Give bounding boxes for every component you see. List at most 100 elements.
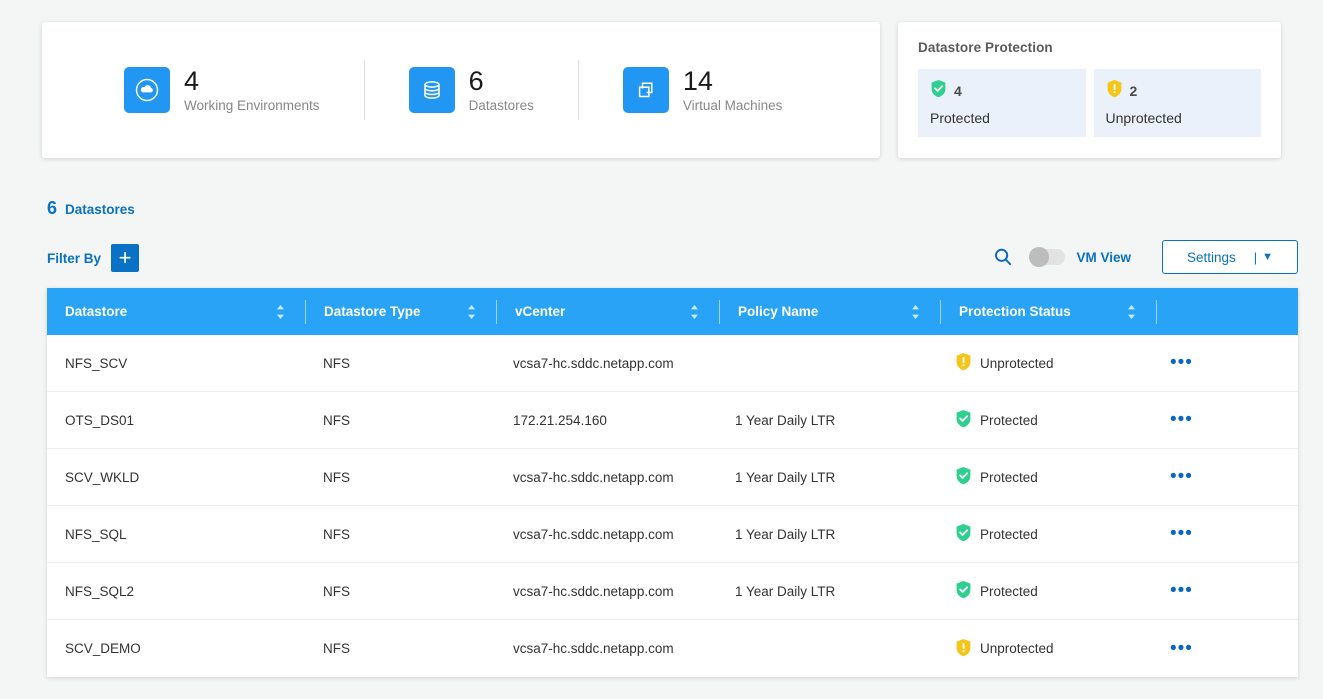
- cell-datastore: SCV_DEMO: [47, 620, 305, 677]
- datastore-count-label: Datastores: [65, 202, 135, 217]
- unprotected-count: 2: [1130, 83, 1138, 99]
- column-header-protection-status[interactable]: Protection Status: [941, 288, 1156, 335]
- vm-view-label: VM View: [1076, 250, 1131, 265]
- cell-protection-status: Unprotected: [937, 335, 1152, 392]
- stat-label: Working Environments: [184, 97, 320, 115]
- column-header-vcenter[interactable]: vCenter: [497, 288, 719, 335]
- cell-datastore-type: NFS: [305, 506, 495, 563]
- settings-button[interactable]: Settings | ▼: [1162, 240, 1298, 274]
- cell-actions: •••: [1152, 506, 1298, 563]
- datastores-page: 4 Working Environments: [0, 0, 1323, 699]
- search-icon[interactable]: [993, 247, 1013, 267]
- plus-icon[interactable]: +: [111, 244, 139, 272]
- cell-vcenter: vcsa7-hc.sddc.netapp.com: [495, 449, 717, 506]
- policy-name: 1 Year Daily LTR: [717, 470, 835, 485]
- protected-count: 4: [954, 83, 962, 99]
- cell-vcenter: 172.21.254.160: [495, 392, 717, 449]
- datastore-name: NFS_SQL2: [47, 584, 134, 599]
- unprotected-box[interactable]: 2 Unprotected: [1094, 69, 1262, 137]
- vcenter-name: vcsa7-hc.sddc.netapp.com: [495, 356, 674, 371]
- table-header-row: Datastore Datastore Type vCenter: [47, 288, 1298, 335]
- shield-check-icon: [955, 409, 972, 431]
- status-badge: Protected: [937, 523, 1038, 545]
- table-row[interactable]: OTS_DS01 NFS172.21.254.160 1 Year Daily LT…: [47, 392, 1298, 449]
- table-row[interactable]: SCV_WKLDNFS vcsa7-hc.sddc.netapp.com 1 Yea…: [47, 449, 1298, 506]
- kebab-icon[interactable]: •••: [1152, 644, 1193, 654]
- status-badge: Protected: [937, 409, 1038, 431]
- column-header-datastore[interactable]: Datastore: [47, 288, 305, 335]
- stat-value: 6: [469, 66, 534, 96]
- stat-text: 6 Datastores: [469, 66, 534, 115]
- cell-actions: •••: [1152, 335, 1298, 392]
- datastore-type: NFS: [305, 527, 350, 542]
- stat-divider: [364, 60, 365, 120]
- table-row[interactable]: NFS_SQLNFS vcsa7-hc.sddc.netapp.com1 Year…: [47, 506, 1298, 563]
- summary-row: 4 Working Environments: [42, 22, 1281, 158]
- status-badge: Unprotected: [937, 352, 1054, 374]
- sort-icon[interactable]: [467, 305, 476, 319]
- cell-protection-status: Protected: [937, 506, 1152, 563]
- cell-datastore: NFS_SQL2: [47, 563, 305, 620]
- kebab-icon[interactable]: •••: [1152, 415, 1193, 425]
- cell-policy-name: 1 Year Daily LTR: [717, 392, 937, 449]
- cell-datastore: OTS_DS01: [47, 392, 305, 449]
- datastore-name: OTS_DS01: [47, 413, 134, 428]
- table-row[interactable]: NFS_SQL2NFSvcsa7-hc.sddc.netapp.com1 Yea…: [47, 563, 1298, 620]
- sort-icon[interactable]: [1127, 305, 1136, 319]
- datastore-type: NFS: [305, 356, 350, 371]
- virtual-machine-icon: [623, 67, 669, 113]
- table-row[interactable]: SCV_DEMONFSvcsa7-hc.sddc.netapp.comUnpro…: [47, 620, 1298, 677]
- vcenter-name: vcsa7-hc.sddc.netapp.com: [495, 584, 674, 599]
- kebab-icon[interactable]: •••: [1152, 472, 1193, 482]
- kebab-icon[interactable]: •••: [1152, 529, 1193, 539]
- vcenter-name: 172.21.254.160: [495, 413, 607, 428]
- cell-protection-status: Protected: [937, 449, 1152, 506]
- sort-icon[interactable]: [276, 305, 285, 319]
- datastore-count: 6: [47, 198, 57, 219]
- status-label: Unprotected: [980, 641, 1054, 656]
- datastore-type: NFS: [305, 470, 350, 485]
- cell-protection-status: Unprotected: [937, 620, 1152, 677]
- stat-label: Virtual Machines: [683, 97, 783, 115]
- datastore-protection-title: Datastore Protection: [918, 40, 1261, 55]
- cell-actions: •••: [1152, 392, 1298, 449]
- datastore-protection-card: Datastore Protection 4 Protected: [898, 22, 1281, 158]
- cell-actions: •••: [1152, 563, 1298, 620]
- column-label: Datastore Type: [306, 304, 421, 319]
- vcenter-name: vcsa7-hc.sddc.netapp.com: [495, 470, 674, 485]
- protected-box[interactable]: 4 Protected: [918, 69, 1086, 137]
- protected-label: Protected: [930, 110, 1074, 126]
- chevron-down-icon[interactable]: ▼: [1262, 251, 1273, 263]
- cell-vcenter: vcsa7-hc.sddc.netapp.com: [495, 506, 717, 563]
- datastore-name: SCV_DEMO: [47, 641, 141, 656]
- status-badge: Unprotected: [937, 638, 1054, 660]
- cell-datastore-type: NFS: [305, 335, 495, 392]
- cell-policy-name: 1 Year Daily LTR: [717, 506, 937, 563]
- status-badge: Protected: [937, 466, 1038, 488]
- page-title: 6 Datastores: [47, 198, 135, 219]
- table-row[interactable]: NFS_SCVNFSvcsa7-hc.sddc.netapp.comUnprot…: [47, 335, 1298, 392]
- column-header-policy-name[interactable]: Policy Name: [720, 288, 940, 335]
- cell-datastore-type: NFS: [305, 392, 495, 449]
- cell-datastore: NFS_SQL: [47, 506, 305, 563]
- column-label: vCenter: [497, 304, 565, 319]
- status-label: Protected: [980, 470, 1038, 485]
- shield-warning-icon: [955, 638, 972, 660]
- vcenter-name: vcsa7-hc.sddc.netapp.com: [495, 641, 674, 656]
- cell-vcenter: vcsa7-hc.sddc.netapp.com: [495, 335, 717, 392]
- stat-text: 4 Working Environments: [184, 66, 320, 115]
- stat-label: Datastores: [469, 97, 534, 115]
- settings-button-label: Settings: [1187, 250, 1254, 265]
- cell-policy-name: 1 Year Daily LTR: [717, 449, 937, 506]
- protection-boxes: 4 Protected 2: [918, 69, 1261, 137]
- cell-datastore: SCV_WKLD: [47, 449, 305, 506]
- vm-view-toggle[interactable]: [1029, 249, 1065, 265]
- cell-protection-status: Protected: [937, 563, 1152, 620]
- database-icon: [409, 67, 455, 113]
- unprotected-box-top: 2: [1106, 79, 1250, 103]
- sort-icon[interactable]: [911, 305, 920, 319]
- kebab-icon[interactable]: •••: [1152, 358, 1193, 368]
- kebab-icon[interactable]: •••: [1152, 586, 1193, 596]
- column-header-datastore-type[interactable]: Datastore Type: [306, 288, 496, 335]
- sort-icon[interactable]: [690, 305, 699, 319]
